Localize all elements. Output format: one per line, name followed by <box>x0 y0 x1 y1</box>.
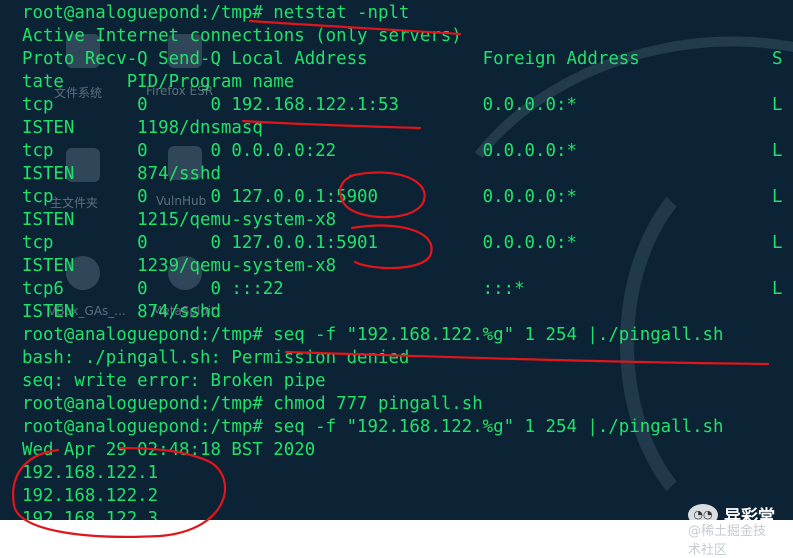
state-column-header: S <box>772 49 783 69</box>
terminal-line: ISTEN 1198/dnsmasq <box>22 118 263 138</box>
terminal-line: bash: ./pingall.sh: Permission denied <box>22 348 410 368</box>
terminal-line: ISTEN 874/sshd <box>22 164 221 184</box>
terminal-line: Proto Recv-Q Send-Q Local Address Foreig… <box>22 49 640 69</box>
state-column-cell: L <box>772 279 783 299</box>
terminal-line: ISTEN 1239/qemu-system-x8 <box>22 256 337 276</box>
terminal-line: ISTEN 874/sshd <box>22 302 221 322</box>
terminal-window[interactable]: 文件系统 Firefox ESR 主文件夹 VulnHub VBox_GAs_.… <box>0 0 793 520</box>
state-column-cell: L <box>772 233 783 253</box>
terminal-line: root@analoguepond:/tmp# chmod 777 pingal… <box>22 394 483 414</box>
terminal-line: tcp 0 0 127.0.0.1:5900 0.0.0.0:* <box>22 187 577 207</box>
terminal-line: tate PID/Program name <box>22 72 295 92</box>
watermark: ◔◔ 异彩堂 @稀土掘金技术社区 <box>688 502 775 558</box>
terminal-line: Active Internet connections (only server… <box>22 26 462 46</box>
terminal-line: ISTEN 1215/qemu-system-x8 <box>22 210 337 230</box>
terminal-line: root@analoguepond:/tmp# seq -f "192.168.… <box>22 325 724 345</box>
state-column-cell: L <box>772 95 783 115</box>
terminal-line: tcp6 0 0 :::22 :::* <box>22 279 525 299</box>
state-column-cell: L <box>772 141 783 161</box>
terminal-line: 192.168.122.1 <box>22 463 159 483</box>
watermark-sub: @稀土掘金技术社区 <box>688 524 767 558</box>
terminal-line: 192.168.122.3 <box>22 509 159 520</box>
terminal-line: tcp 0 0 192.168.122.1:53 0.0.0.0:* <box>22 95 577 115</box>
terminal-line: root@analoguepond:/tmp# seq -f "192.168.… <box>22 417 724 437</box>
terminal-line: 192.168.122.2 <box>22 486 159 506</box>
terminal-line: tcp 0 0 127.0.0.1:5901 0.0.0.0:* <box>22 233 577 253</box>
terminal-line: seq: write error: Broken pipe <box>22 371 326 391</box>
terminal-line: Wed Apr 29 02:48:18 BST 2020 <box>22 440 316 460</box>
state-column-cell: L <box>772 187 783 207</box>
terminal-line: root@analoguepond:/tmp# netstat -nplt <box>22 3 410 23</box>
terminal-line: tcp 0 0 0.0.0.0:22 0.0.0.0:* <box>22 141 577 161</box>
